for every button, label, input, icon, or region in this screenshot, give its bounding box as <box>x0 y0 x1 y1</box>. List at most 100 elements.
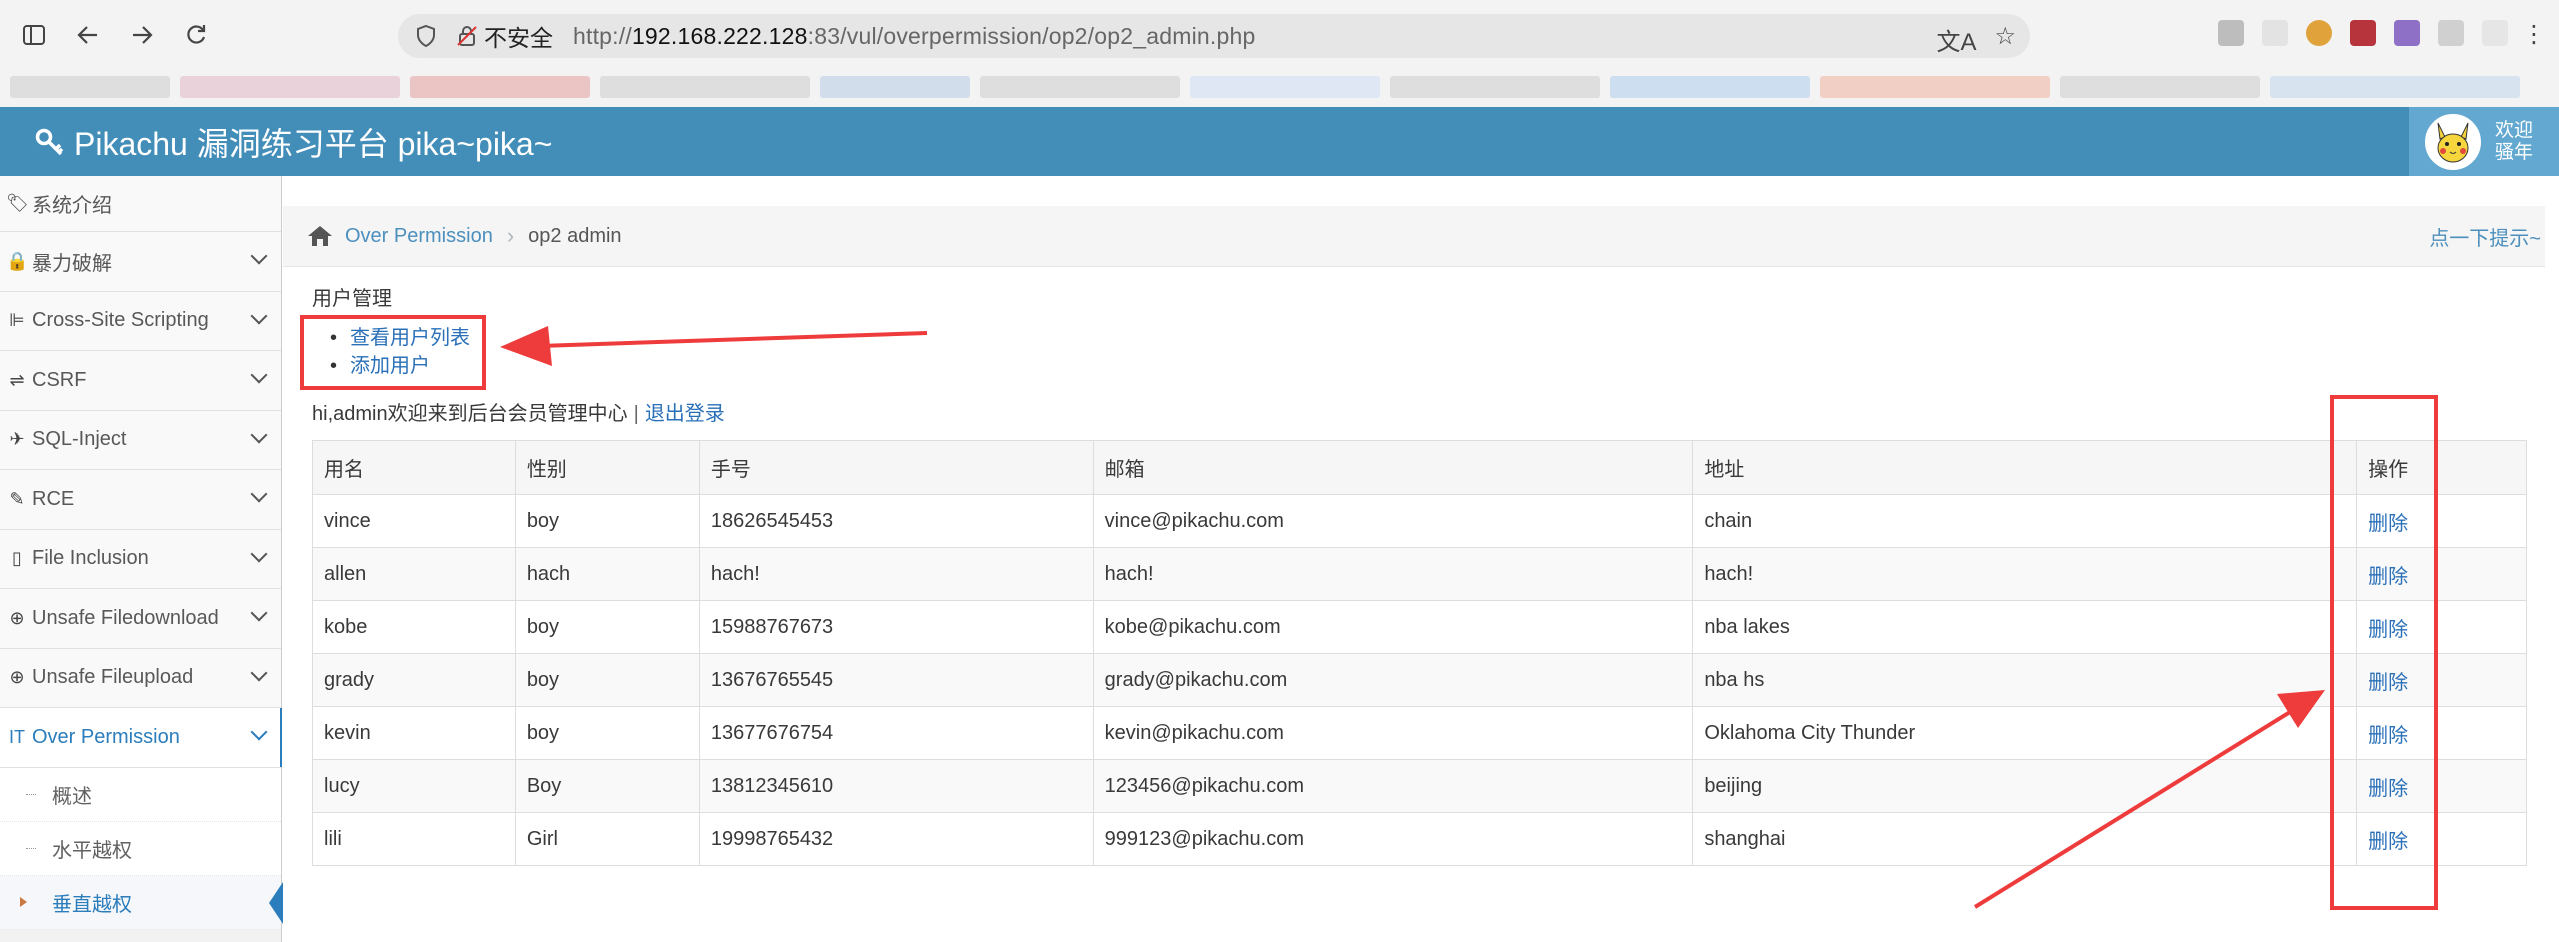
app-header: Pikachu 漏洞练习平台 pika~pika~ 欢迎 骚年 <box>0 107 2559 176</box>
annotation-box <box>2330 395 2438 910</box>
table-cell: shanghai <box>1692 812 2358 866</box>
extension-icon[interactable] <box>2438 20 2464 46</box>
extension-icon[interactable] <box>2394 20 2420 46</box>
table-cell: kobe <box>312 600 516 654</box>
table-cell: grady@pikachu.com <box>1092 653 1694 707</box>
url-path: :83/vul/overpermission/op2/op2_admin.php <box>807 22 1256 49</box>
table-cell: 13812345610 <box>698 759 1094 813</box>
url-scheme: http:// <box>573 22 632 49</box>
table-cell: Boy <box>514 759 700 813</box>
sidebar-item-label: Unsafe Filedownload <box>32 606 219 629</box>
table-cell: vince@pikachu.com <box>1092 494 1694 548</box>
bookmark-item[interactable] <box>1610 76 1810 98</box>
pencil-icon: ✎ <box>9 488 25 509</box>
sidebar-subitem-horizontal[interactable]: 水平越权 <box>0 821 281 876</box>
sidebar-item-sqli[interactable]: ✈ SQL-Inject <box>0 410 281 470</box>
column-header: 性别 <box>514 440 700 495</box>
table-cell: vince <box>312 494 516 548</box>
table-cell: boy <box>514 494 700 548</box>
app-title[interactable]: Pikachu 漏洞练习平台 pika~pika~ <box>34 119 552 165</box>
table-cell: nba lakes <box>1692 600 2358 654</box>
chevron-down-icon <box>250 664 268 681</box>
extension-icon[interactable] <box>2262 20 2288 46</box>
extension-icon[interactable] <box>2218 20 2244 46</box>
address-bar[interactable]: 不安全 http://192.168.222.128:83/vul/overpe… <box>398 14 2030 58</box>
sidebar-item-label: RCE <box>32 487 75 510</box>
extension-icon[interactable] <box>2482 20 2508 46</box>
sidebar-item-label: Over Permission <box>32 725 180 748</box>
sidebar-item-intro[interactable]: 🏷 系统介绍 <box>0 176 281 232</box>
separator: | <box>633 403 639 425</box>
tag-icon: 🏷 <box>6 193 29 213</box>
chevron-down-icon <box>250 545 268 562</box>
breadcrumb-separator-icon: › <box>506 223 515 248</box>
bookmark-item[interactable] <box>1820 76 2050 98</box>
bookmark-item[interactable] <box>1190 76 1380 98</box>
upload-icon: ⊕ <box>9 667 25 688</box>
bookmark-item[interactable] <box>2270 76 2520 98</box>
table-cell: lucy <box>312 759 516 813</box>
sidebar-item-csrf[interactable]: ⇌ CSRF <box>0 351 281 411</box>
welcome-user: 欢迎 骚年 <box>2495 120 2533 164</box>
bookmark-item[interactable] <box>1390 76 1600 98</box>
sidebar-toggle-icon[interactable] <box>14 15 54 55</box>
table-row: lili Girl 19998765432 999123@pikachu.com sha… <box>312 812 2527 866</box>
sidebar-item-fileupload[interactable]: ⊕ Unsafe Fileupload <box>0 648 281 708</box>
reload-icon[interactable] <box>176 15 216 55</box>
sidebar-item-label: Cross-Site Scripting <box>32 309 209 332</box>
home-icon[interactable] <box>307 225 333 247</box>
sidebar-item-over-permission[interactable]: IT Over Permission <box>0 708 282 768</box>
sidebar-subitem-vertical[interactable]: 垂直越权 <box>0 875 283 930</box>
table-row: lucy Boy 13812345610 123456@pikachu.com beij… <box>312 759 2527 813</box>
sidebar-item-xss[interactable]: ⊫ Cross-Site Scripting <box>0 291 281 351</box>
table-cell: hach <box>514 547 700 601</box>
table-cell: 18626545453 <box>698 494 1094 548</box>
sidebar-item-label: 暴力破解 <box>32 252 112 275</box>
table-cell: grady <box>312 653 516 707</box>
table-row: grady boy 13676765545 grady@pikachu.com nba … <box>312 653 2527 707</box>
sidebar-item-filedownload[interactable]: ⊕ Unsafe Filedownload <box>0 589 281 649</box>
breadcrumb-link-over-permission[interactable]: Over Permission <box>345 225 493 248</box>
extension-icon[interactable] <box>2306 20 2332 46</box>
star-icon[interactable]: ☆ <box>1994 22 2016 57</box>
list-icon: ⊫ <box>9 310 25 331</box>
bookmark-item[interactable] <box>10 76 170 98</box>
sidebar-item-rce[interactable]: ✎ RCE <box>0 470 281 530</box>
bookmark-item[interactable] <box>410 76 590 98</box>
bookmark-item[interactable] <box>600 76 810 98</box>
table-cell: 15988767673 <box>698 600 1094 654</box>
annotation-arrowhead <box>500 326 552 366</box>
bookmark-item[interactable] <box>180 76 400 98</box>
more-menu-icon[interactable]: ⋮ <box>2522 20 2548 48</box>
welcome-label: 欢迎 <box>2495 119 2534 141</box>
table-cell: hach! <box>1092 547 1694 601</box>
bookmark-item[interactable] <box>980 76 1180 98</box>
sidebar-subitem-overview[interactable]: 概述 <box>0 767 281 822</box>
table-cell: boy <box>514 653 700 707</box>
sidebar-subitem-label: 垂直越权 <box>52 893 132 916</box>
table-row: vince boy 18626545453 vince@pikachu.com chai… <box>312 494 2527 548</box>
sidebar-item-label: 系统介绍 <box>32 195 112 217</box>
user-menu[interactable]: 欢迎 骚年 <box>2409 107 2559 176</box>
table-cell: lili <box>312 812 516 866</box>
table-cell: boy <box>514 600 700 654</box>
bookmark-item[interactable] <box>2060 76 2260 98</box>
download-icon: ⊕ <box>9 607 25 628</box>
logout-link[interactable]: 退出登录 <box>645 403 725 425</box>
url-text[interactable]: http://192.168.222.128:83/vul/overpermis… <box>573 23 1255 50</box>
sidebar-item-bruteforce[interactable]: 🔒 暴力破解 <box>0 232 281 292</box>
bookmark-item[interactable] <box>820 76 970 98</box>
username-label: 骚年 <box>2495 141 2534 163</box>
shield-icon[interactable] <box>414 24 438 48</box>
sidebar-item-file-inclusion[interactable]: ▯ File Inclusion <box>0 529 281 589</box>
translate-icon[interactable]: 文A <box>1936 22 1976 57</box>
hint-link[interactable]: 点一下提示~ <box>2429 222 2541 251</box>
extension-icon[interactable] <box>2350 20 2376 46</box>
table-cell: 999123@pikachu.com <box>1092 812 1694 866</box>
table-cell: kobe@pikachu.com <box>1092 600 1694 654</box>
insecure-label[interactable]: 不安全 <box>484 19 553 53</box>
insecure-lock-icon[interactable] <box>456 25 478 47</box>
back-icon[interactable] <box>68 15 108 55</box>
chevron-down-icon <box>250 247 268 265</box>
forward-icon[interactable] <box>122 15 162 55</box>
